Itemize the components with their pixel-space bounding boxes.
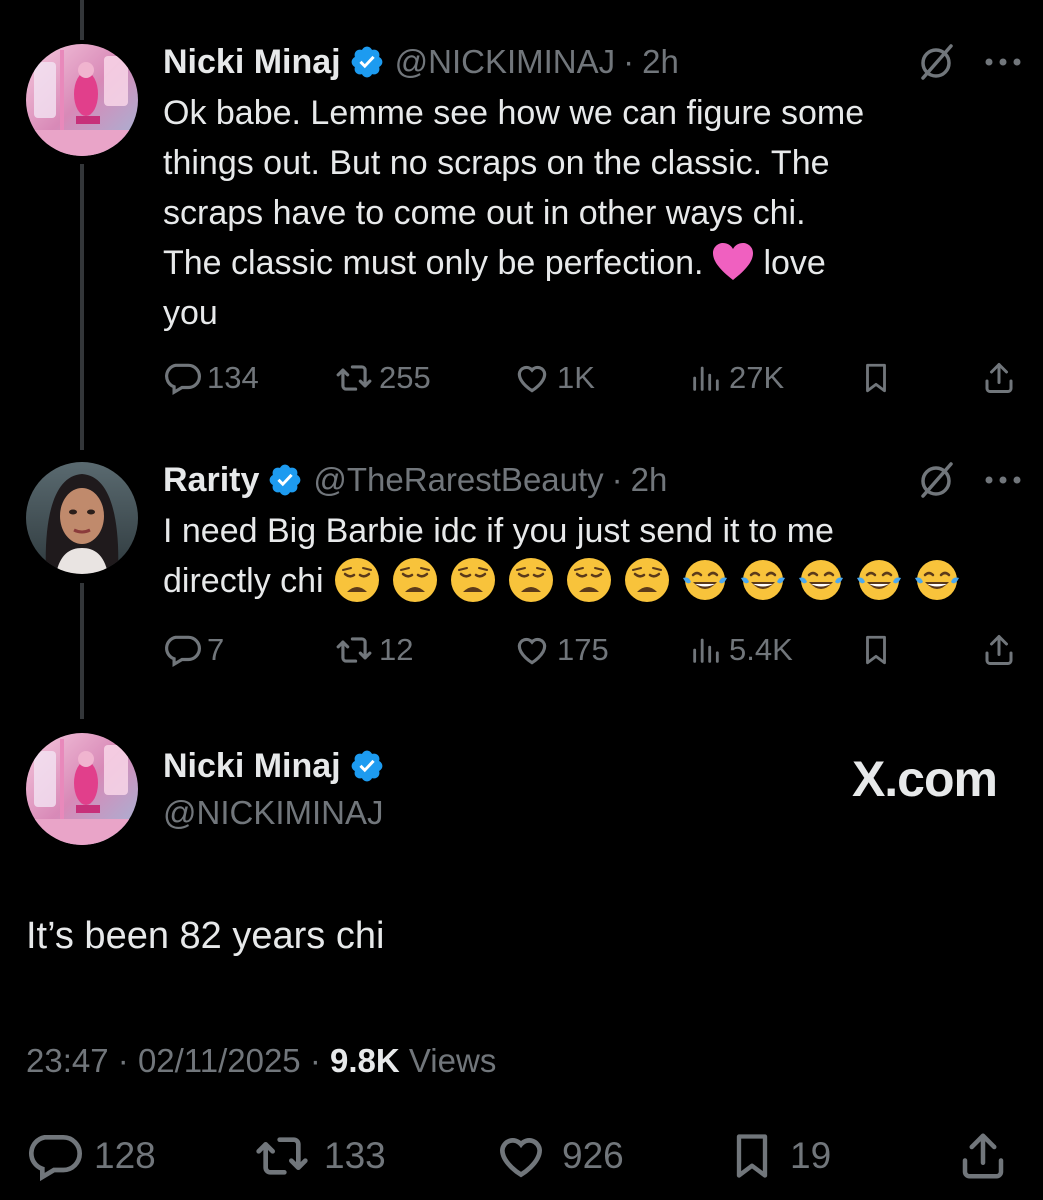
- reply-button[interactable]: 128: [26, 1128, 156, 1184]
- verified-badge-icon: [349, 44, 385, 80]
- timestamp[interactable]: 2h: [642, 43, 679, 81]
- bookmark-button[interactable]: 19: [726, 1128, 831, 1184]
- tweet-actions: 134 255 1K 27K: [163, 358, 1013, 398]
- weary-face-emoji-icon: [333, 556, 381, 604]
- reply-button[interactable]: 7: [163, 630, 224, 670]
- separator-dot: ·: [611, 461, 623, 498]
- repost-count: 133: [324, 1135, 386, 1176]
- like-count: 926: [562, 1135, 624, 1176]
- views-label: Views: [408, 1042, 497, 1079]
- avatar[interactable]: [26, 733, 138, 845]
- separator-dot: ·: [623, 43, 635, 80]
- xcom-watermark: X.com: [851, 751, 998, 807]
- tears-of-joy-emoji-icon: [797, 556, 845, 604]
- author-name[interactable]: Nicki Minaj: [163, 43, 341, 82]
- tears-of-joy-emoji-icon: [913, 556, 961, 604]
- pink-heart-emoji-icon: [711, 242, 755, 282]
- tweet-actions: 7 12 175 5.4K: [163, 630, 1013, 670]
- tears-of-joy-emoji-icon: [855, 556, 903, 604]
- more-options-icon[interactable]: [983, 474, 1023, 486]
- repost-button[interactable]: 133: [252, 1128, 386, 1184]
- reply-tweet-2[interactable]: Rarity @TheRarestBeauty · 2h I need Big …: [163, 456, 1023, 606]
- views-button[interactable]: 5.4K: [689, 630, 793, 670]
- weary-face-emoji-icon: [449, 556, 497, 604]
- weary-face-emoji-icon: [565, 556, 613, 604]
- share-button[interactable]: [981, 630, 1023, 670]
- tears-of-joy-emoji-icon: [739, 556, 787, 604]
- views-button[interactable]: 27K: [689, 358, 784, 398]
- tweet-text-line: I need Big Barbie idc if you just send i…: [163, 512, 834, 550]
- views-count: 27K: [729, 360, 785, 395]
- reply-count: 7: [207, 632, 225, 667]
- tweet-text: Ok babe. Lemme see how we can figure som…: [163, 88, 1023, 338]
- grok-icon[interactable]: [917, 42, 957, 82]
- avatar[interactable]: [26, 462, 138, 574]
- like-button[interactable]: 926: [492, 1128, 624, 1184]
- tweet-text-line: scraps have to come out in other ways ch…: [163, 194, 806, 232]
- tweet-text-segment: love: [763, 244, 826, 282]
- like-count: 175: [557, 632, 609, 667]
- views-count[interactable]: 9.8K: [330, 1042, 400, 1079]
- separator-dot: ·: [309, 1042, 321, 1079]
- verified-badge-icon: [349, 748, 385, 784]
- weary-face-emoji-icon: [391, 556, 439, 604]
- reply-button[interactable]: 134: [163, 358, 259, 398]
- like-button[interactable]: 1K: [513, 358, 595, 398]
- tweet-header: Rarity @TheRarestBeauty · 2h: [163, 456, 1023, 504]
- post-time[interactable]: 23:47: [26, 1042, 109, 1079]
- weary-face-emoji-icon: [507, 556, 555, 604]
- repost-button[interactable]: 255: [335, 358, 431, 398]
- tweet-text-line: you: [163, 294, 218, 332]
- repost-count: 12: [379, 632, 414, 667]
- tweet-meta: 23:47 · 02/11/2025 · 9.8K Views: [26, 1042, 496, 1080]
- author-handle[interactable]: @NICKIMINAJ: [163, 794, 395, 832]
- post-date[interactable]: 02/11/2025: [138, 1042, 301, 1079]
- reply-count: 134: [207, 360, 259, 395]
- thread-line-top: [80, 0, 84, 40]
- like-button[interactable]: 175: [513, 630, 609, 670]
- author-name[interactable]: Nicki Minaj: [163, 747, 341, 786]
- tweet-text-line: Ok babe. Lemme see how we can figure som…: [163, 94, 865, 132]
- separator-dot: ·: [117, 1042, 129, 1079]
- share-button[interactable]: [981, 358, 1023, 398]
- repost-button[interactable]: 12: [335, 630, 413, 670]
- tweet-header: Nicki Minaj @NICKIMINAJ · 2h: [163, 38, 1023, 86]
- tweet-text-line: The classic must only be perfection. love: [163, 238, 1023, 288]
- thread-line-1: [80, 164, 84, 450]
- weary-face-emoji-icon: [623, 556, 671, 604]
- like-count: 1K: [557, 360, 595, 395]
- repost-count: 255: [379, 360, 431, 395]
- main-tweet-text: It’s been 82 years chi: [26, 915, 385, 957]
- tweet-text: I need Big Barbie idc if you just send i…: [163, 506, 1023, 606]
- bookmark-button[interactable]: [859, 630, 899, 670]
- tweet-text-segment: The classic must only be perfection.: [163, 244, 704, 282]
- more-options-icon[interactable]: [983, 56, 1023, 68]
- tweet-text-segment: directly chi: [163, 562, 324, 600]
- share-button[interactable]: [956, 1128, 1022, 1184]
- thread-line-2: [80, 583, 84, 719]
- tweet-text-line: directly chi: [163, 556, 1023, 606]
- reply-tweet-1[interactable]: Nicki Minaj @NICKIMINAJ · 2h Ok babe. Le…: [163, 38, 1023, 338]
- author-handle[interactable]: @TheRarestBeauty: [313, 461, 603, 499]
- main-tweet-header: Nicki Minaj @NICKIMINAJ: [163, 742, 395, 832]
- reply-count: 128: [94, 1135, 156, 1176]
- avatar[interactable]: [26, 44, 138, 156]
- bookmark-button[interactable]: [859, 358, 899, 398]
- timestamp[interactable]: 2h: [631, 461, 668, 499]
- tweet-text-line: things out. But no scraps on the classic…: [163, 144, 830, 182]
- tears-of-joy-emoji-icon: [681, 556, 729, 604]
- bookmark-count: 19: [790, 1135, 832, 1176]
- main-tweet-actions: 128 133 926 19: [26, 1128, 1013, 1184]
- emoji-row: [333, 558, 971, 602]
- author-handle[interactable]: @NICKIMINAJ: [395, 43, 616, 81]
- views-count: 5.4K: [729, 632, 793, 667]
- verified-badge-icon: [267, 462, 303, 498]
- author-name[interactable]: Rarity: [163, 461, 259, 500]
- grok-icon[interactable]: [917, 460, 957, 500]
